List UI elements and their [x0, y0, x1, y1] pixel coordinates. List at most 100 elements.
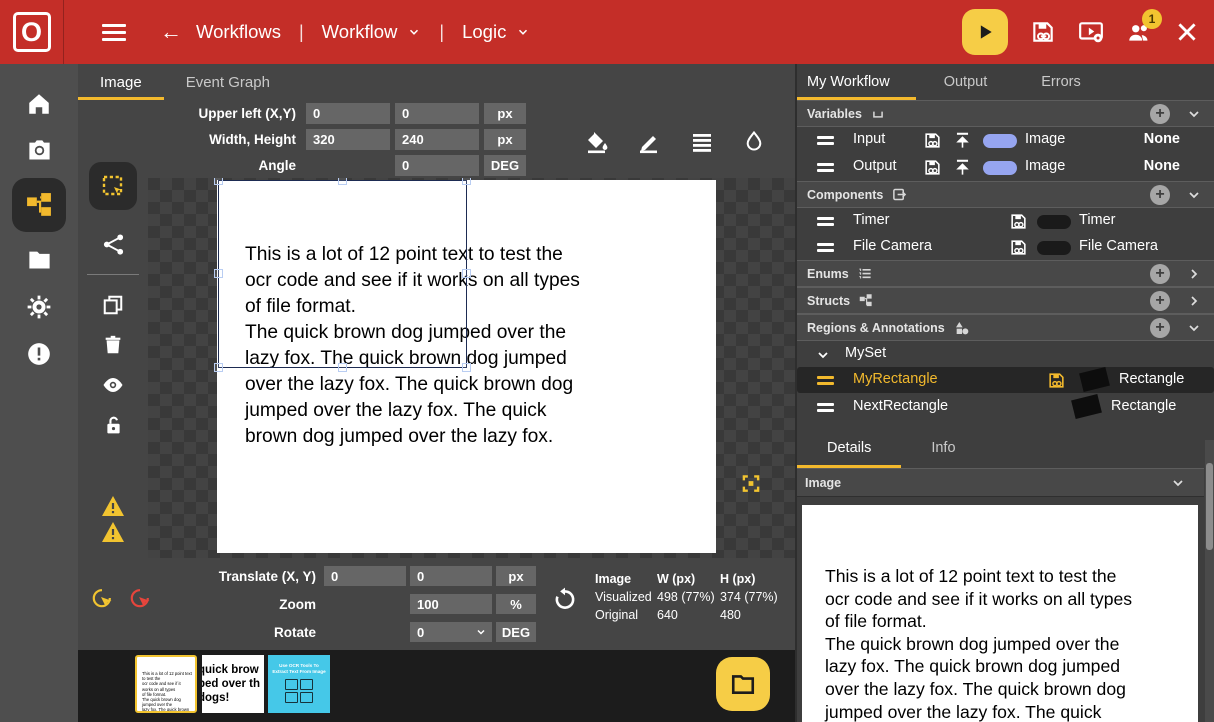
section-regions[interactable]: Regions & Annotations +	[797, 314, 1214, 341]
chevron-right-icon[interactable]	[1186, 266, 1202, 282]
reset-view-icon[interactable]	[552, 586, 578, 612]
exit-editor-button[interactable]	[1174, 19, 1200, 45]
warning-indicator-2[interactable]	[90, 519, 136, 545]
section-structs[interactable]: Structs +	[797, 287, 1214, 314]
node-link-tool[interactable]	[90, 224, 136, 264]
marquee-select-tool[interactable]	[89, 162, 137, 210]
sidebar-item-workflows[interactable]	[12, 178, 66, 232]
save-link-icon[interactable]	[1047, 371, 1066, 390]
add-component-button plus-icon[interactable]: +	[1150, 185, 1170, 205]
save-link-icon[interactable]	[923, 131, 942, 150]
visibility-tool[interactable]	[90, 365, 136, 405]
workflow-dropdown-label[interactable]: Workflow	[322, 21, 398, 43]
selection-handle[interactable]	[214, 178, 223, 185]
region-row-myrectangle[interactable]: MyRectangle Rectangle	[797, 367, 1214, 393]
selection-handle[interactable]	[338, 363, 347, 372]
record-click-tool click-icon[interactable]	[128, 586, 152, 610]
save-link-button[interactable]	[1030, 19, 1056, 45]
section-enums[interactable]: Enums +	[797, 260, 1214, 287]
details-image-section[interactable]: Image	[797, 468, 1204, 497]
chevron-down-icon[interactable]	[1170, 475, 1186, 491]
thumbnail-1[interactable]: This is a lot of 12 point text to test t…	[135, 655, 197, 713]
canvas-image[interactable]: This is a lot of 12 point text to test t…	[217, 180, 716, 553]
fill-bucket-icon[interactable]	[586, 130, 610, 154]
chevron-down-icon[interactable]	[407, 25, 421, 39]
translate-x-input[interactable]: 0	[324, 566, 406, 586]
thumbnail-2[interactable]: quick brow ped over th dogs!	[202, 655, 264, 713]
component-row-timer[interactable]: Timer Timer	[797, 208, 1214, 235]
canvas-viewport[interactable]: This is a lot of 12 point text to test t…	[148, 178, 795, 558]
upper-left-x-input[interactable]: 0	[306, 103, 390, 124]
snap-click-tool click-icon[interactable]	[90, 586, 114, 610]
add-enum-button plus-icon[interactable]: +	[1150, 264, 1170, 284]
selection-box[interactable]	[218, 180, 467, 368]
delete-tool[interactable]	[90, 325, 136, 365]
drag-handle-icon[interactable]	[817, 217, 834, 229]
thumbnail-3[interactable]: Use OCR Tools To Extract Text From Image	[268, 655, 330, 713]
chevron-down-icon[interactable]	[1186, 106, 1202, 122]
width-input[interactable]: 320	[306, 129, 390, 150]
tab-image[interactable]: Image	[78, 64, 164, 100]
lock-tool[interactable]	[90, 405, 136, 445]
save-link-icon[interactable]	[1009, 212, 1028, 231]
selection-handle[interactable]	[214, 269, 223, 278]
component-row-file-camera[interactable]: File Camera File Camera	[797, 234, 1214, 261]
add-variable-button plus-icon[interactable]: +	[1150, 104, 1170, 124]
sidebar-item-settings[interactable]	[12, 283, 66, 330]
open-folder-button[interactable]	[716, 657, 770, 711]
drag-handle-icon[interactable]	[817, 163, 834, 175]
menu-button hamburger-icon[interactable]	[102, 20, 126, 45]
chevron-down-icon[interactable]	[815, 347, 831, 363]
tab-event-graph[interactable]: Event Graph	[164, 64, 292, 100]
selection-handle[interactable]	[462, 269, 471, 278]
scrollbar-thumb[interactable]	[1206, 463, 1213, 550]
region-row-nextrectangle[interactable]: NextRectangle Rectangle	[797, 394, 1214, 421]
run-button[interactable]	[962, 9, 1008, 55]
add-struct-button plus-icon[interactable]: +	[1150, 291, 1170, 311]
droplet-icon[interactable]	[742, 130, 766, 154]
upload-icon[interactable]	[953, 158, 972, 177]
drag-handle-icon[interactable]	[817, 243, 834, 255]
logic-dropdown-label[interactable]: Logic	[462, 21, 506, 43]
angle-input[interactable]: 0	[395, 155, 479, 176]
sidebar-item-camera[interactable]	[12, 127, 66, 174]
chevron-down-icon[interactable]	[1186, 320, 1202, 336]
duplicate-tool[interactable]	[90, 285, 136, 325]
variable-row-input[interactable]: Input Image None	[797, 127, 1214, 154]
height-input[interactable]: 240	[395, 129, 479, 150]
selection-handle[interactable]	[338, 178, 347, 185]
section-components[interactable]: Components +	[797, 181, 1214, 208]
section-variables[interactable]: Variables +	[797, 100, 1214, 127]
add-region-button plus-icon[interactable]: +	[1150, 318, 1170, 338]
chevron-right-icon[interactable]	[1186, 293, 1202, 309]
upload-icon[interactable]	[953, 131, 972, 150]
back-arrow-icon[interactable]: ←	[160, 19, 182, 45]
selection-handle[interactable]	[214, 363, 223, 372]
tab-details[interactable]: Details	[797, 428, 901, 468]
drag-handle-icon[interactable]	[817, 376, 834, 388]
display-settings-button[interactable]	[1078, 19, 1104, 45]
region-set-row[interactable]: MySet	[797, 341, 1214, 368]
save-link-icon[interactable]	[923, 158, 942, 177]
warning-indicator-1[interactable]	[90, 493, 136, 519]
breadcrumb-workflows[interactable]: Workflows	[196, 21, 281, 43]
rotate-select[interactable]: 0	[410, 622, 492, 642]
tab-my-workflow[interactable]: My Workflow	[797, 64, 916, 100]
save-link-icon[interactable]	[1009, 238, 1028, 257]
tab-errors[interactable]: Errors	[1031, 64, 1106, 100]
zoom-input[interactable]: 100	[410, 594, 492, 614]
drag-handle-icon[interactable]	[817, 403, 834, 415]
tab-info[interactable]: Info	[901, 428, 985, 468]
app-logo[interactable]: O	[0, 0, 64, 64]
selection-handle[interactable]	[462, 363, 471, 372]
collaborators-button[interactable]: 1	[1126, 19, 1152, 45]
drag-handle-icon[interactable]	[817, 136, 834, 148]
sidebar-item-files[interactable]	[12, 236, 66, 283]
chevron-down-icon[interactable]	[1186, 187, 1202, 203]
selection-handle[interactable]	[462, 178, 471, 185]
sidebar-item-home[interactable]	[12, 80, 66, 127]
sidebar-item-alerts[interactable]	[12, 330, 66, 377]
translate-y-input[interactable]: 0	[410, 566, 492, 586]
variable-row-output[interactable]: Output Image None	[797, 154, 1214, 181]
fit-view-icon[interactable]	[741, 474, 761, 493]
